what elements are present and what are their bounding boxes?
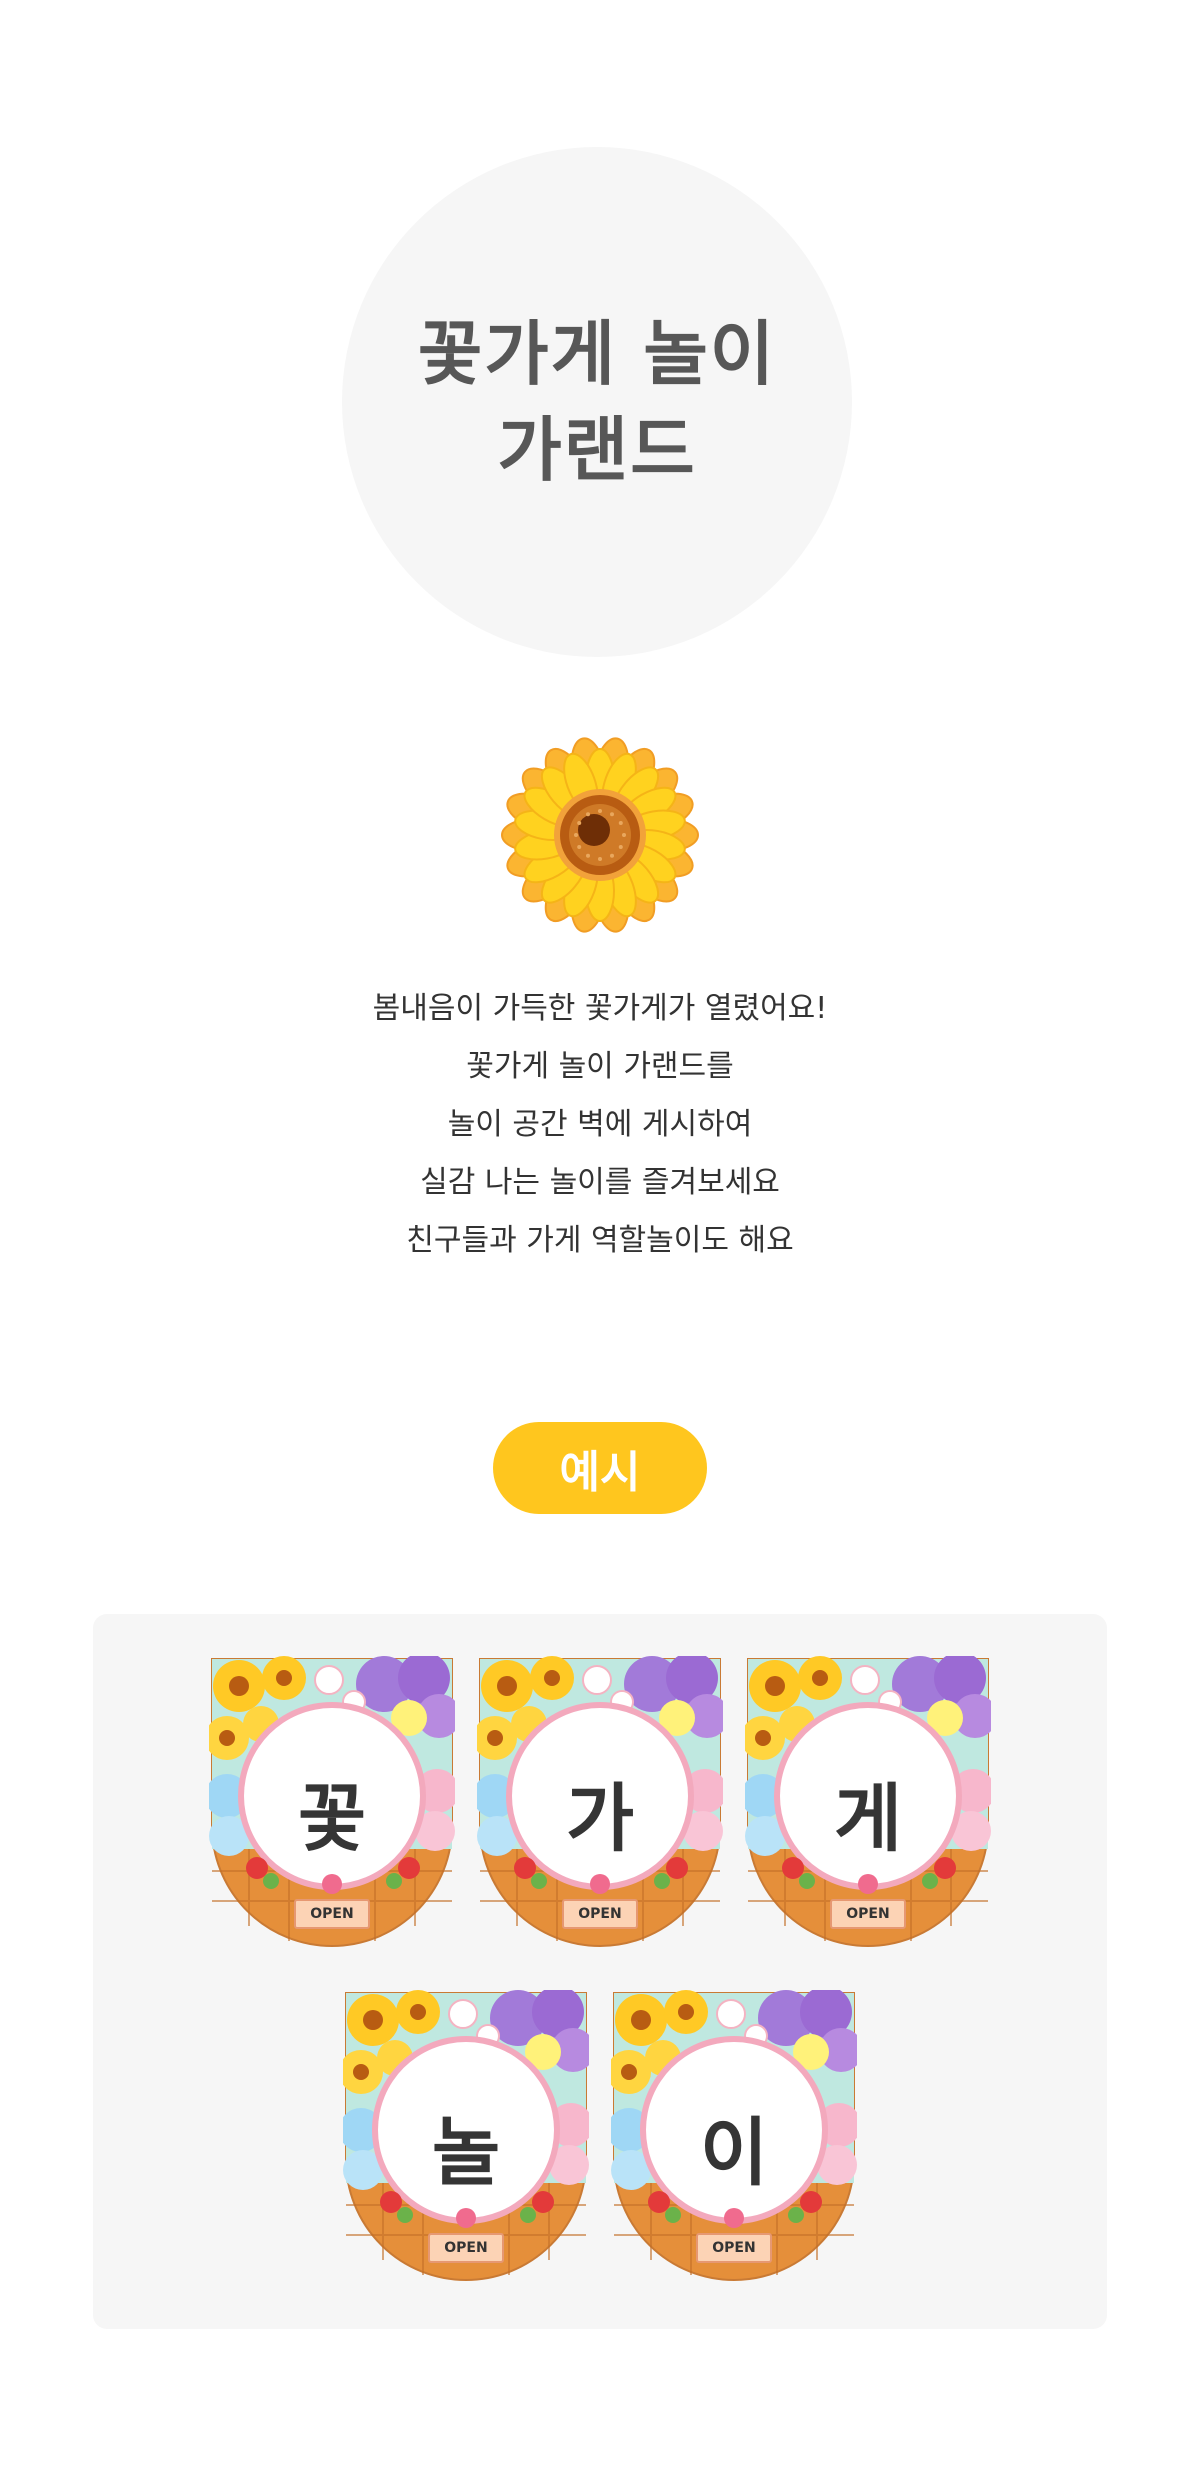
example-panel: 꽃 OPEN 가 OPEN 게 OPEN 놀 OPEN 이 OPEN [93,1614,1107,2329]
open-sign: OPEN [696,2233,772,2263]
flag-letter: 게 [833,1776,903,1862]
open-sign: OPEN [428,2233,504,2263]
open-sign: OPEN [294,1899,370,1929]
open-sign: OPEN [830,1899,906,1929]
garland-flag: 게 OPEN [745,1656,991,1948]
flag-letter: 꽃 [297,1776,367,1862]
title-circle: 꽃가게 놀이 가랜드 [342,147,852,657]
description-line: 꽃가게 놀이 가랜드를 [466,1049,734,1084]
description-line: 실감 나는 놀이를 즐겨보세요 [420,1165,780,1200]
description-line: 놀이 공간 벽에 게시하여 [447,1107,753,1142]
page-title-line-2: 가랜드 [497,409,697,491]
garland-flag: 놀 OPEN [343,1990,589,2282]
garland-flag: 이 OPEN [611,1990,857,2282]
sunflower-icon [490,735,710,945]
open-sign: OPEN [562,1899,638,1929]
garland-flag: 꽃 OPEN [209,1656,455,1948]
flag-letter: 놀 [431,2110,501,2196]
flag-letter: 가 [565,1776,635,1862]
page-title-line-1: 꽃가게 놀이 [417,313,777,395]
description: 봄내음이 가득한 꽃가게가 열렸어요! 꽃가게 놀이 가랜드를 놀이 공간 벽에… [0,980,1200,1270]
description-line: 친구들과 가게 역할놀이도 해요 [406,1223,794,1258]
description-line: 봄내음이 가득한 꽃가게가 열렸어요! [372,991,828,1026]
garland-flag: 가 OPEN [477,1656,723,1948]
flag-letter: 이 [699,2110,769,2196]
example-badge: 예시 [493,1422,707,1514]
